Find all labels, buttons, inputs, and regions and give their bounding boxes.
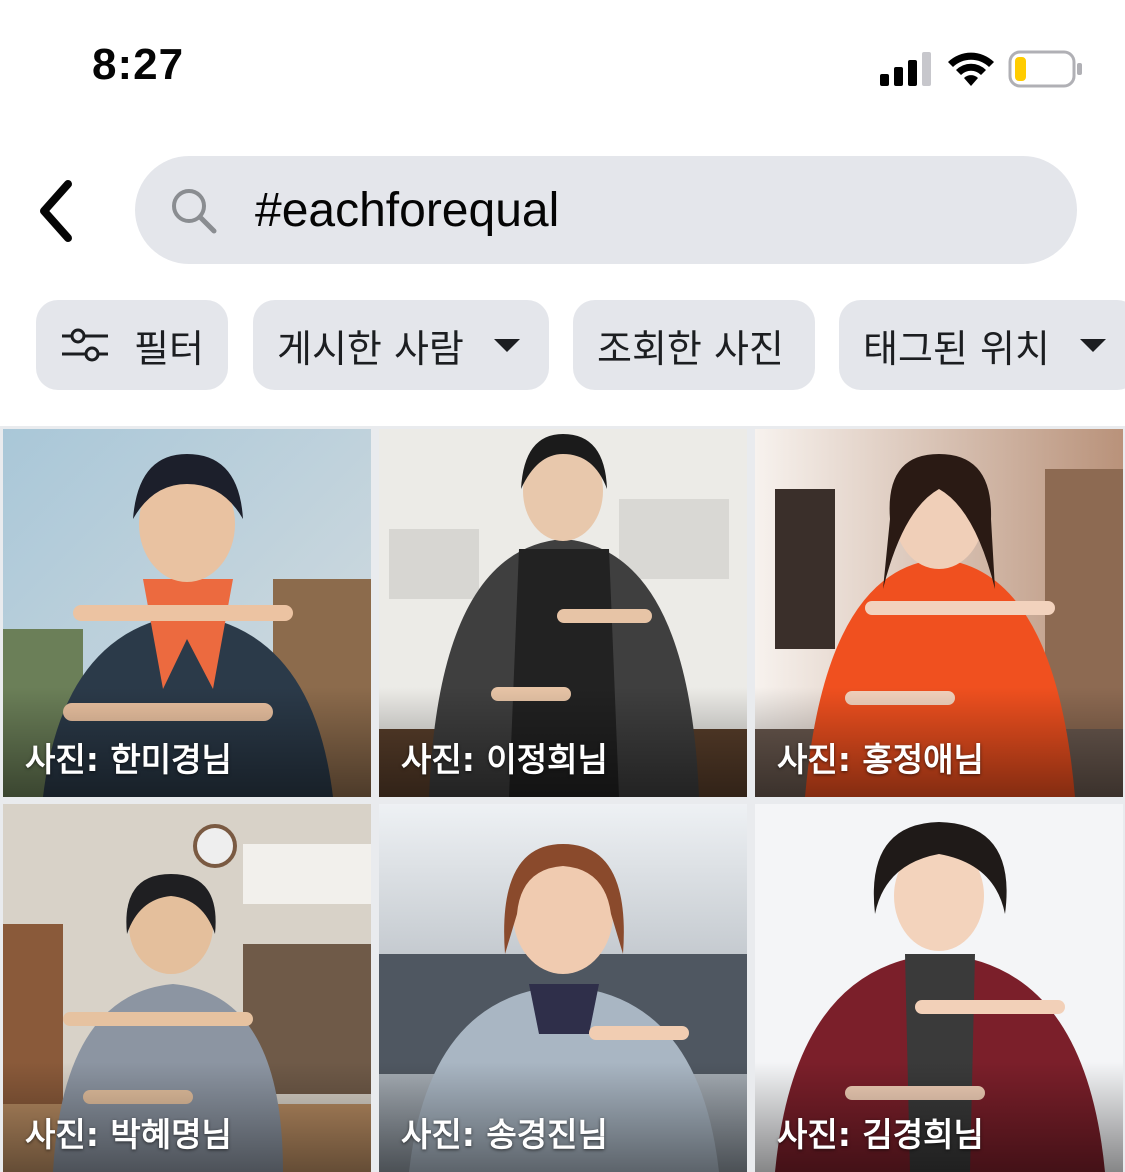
photo-caption: 사진: 홍정애님	[777, 740, 984, 779]
tagged-location-dropdown[interactable]: 태그된 위치	[839, 300, 1125, 390]
photo-caption: 사진: 이정희님	[401, 740, 608, 779]
photo-caption: 사진: 김경희님	[777, 1115, 984, 1154]
photo-tile[interactable]: 사진: 박혜명님	[3, 804, 371, 1172]
tagged-location-label: 태그된 위치	[863, 326, 1050, 371]
wifi-icon	[948, 52, 994, 86]
caret-down-icon	[493, 338, 520, 352]
posted-by-label: 게시한 사람	[277, 326, 464, 371]
battery-low-icon	[1008, 50, 1082, 88]
filter-chip-row: 필터 게시한 사람 조회한 사진 태그된 위치	[36, 300, 1125, 390]
filter-button[interactable]: 필터	[36, 300, 228, 390]
back-button[interactable]	[30, 176, 90, 246]
photo-tile[interactable]: 사진: 김경희님	[755, 804, 1123, 1172]
search-icon	[172, 189, 217, 234]
photo-tile[interactable]: 사진: 홍정애님	[755, 429, 1123, 797]
photo-tile[interactable]: 사진: 한미경님	[3, 429, 371, 797]
search-bar[interactable]	[135, 156, 1077, 264]
status-bar: 8:27	[0, 0, 1125, 130]
photo-caption: 사진: 한미경님	[25, 740, 232, 779]
viewed-photos-label: 조회한 사진	[597, 326, 784, 371]
sliders-icon	[62, 328, 108, 362]
viewed-photos-chip[interactable]: 조회한 사진	[573, 300, 815, 390]
caret-down-icon	[1079, 338, 1106, 352]
photo-tile[interactable]: 사진: 이정희님	[379, 429, 747, 797]
cellular-signal-icon	[880, 52, 931, 86]
photo-caption: 사진: 박혜명님	[25, 1115, 232, 1154]
photo-tile[interactable]: 사진: 송경진님	[379, 804, 747, 1172]
search-input[interactable]	[255, 178, 1035, 242]
photo-caption: 사진: 송경진님	[401, 1115, 608, 1154]
posted-by-dropdown[interactable]: 게시한 사람	[253, 300, 549, 390]
photo-grid: 사진: 한미경님 사진: 이정희님 사진: 홍정애님 사진: 박혜명님 사진: …	[0, 426, 1125, 1172]
filter-button-label: 필터	[134, 326, 204, 371]
status-time: 8:27	[92, 40, 185, 89]
